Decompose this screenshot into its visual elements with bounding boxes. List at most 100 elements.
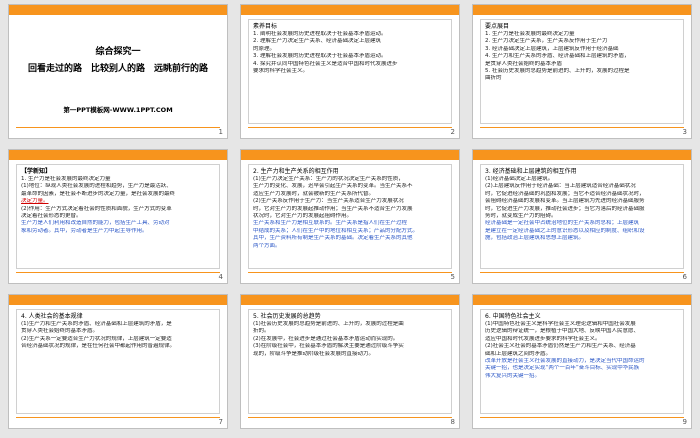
slide-heading: 6. 中国特色社会主义 — [485, 313, 541, 320]
text-line: 的原理。 — [253, 45, 276, 52]
slide-thumbnail-3[interactable]: 要点展目 1. 生产力是社会发展的最终决定力量 2. 生产力决定生产关系，生产关… — [472, 4, 692, 139]
slide-heading: 3. 经济基础和上层建筑的相互作用 — [485, 168, 577, 175]
slide-body: 6. 中国特色社会主义 (1)中国特色社会主义是科学社会主义理论逻辑和中国社会发… — [480, 309, 684, 414]
text-line: (2)生产关系反作用于生产力：当生产关系适合生产力发展状况 — [253, 198, 404, 205]
slide-heading: 2. 生产力和生产关系的相互作用 — [253, 168, 339, 175]
text-line: 1. 生产力是社会发展的最终决定力量 — [485, 31, 575, 37]
slide-heading: 4. 人类社会的基本规律 — [21, 313, 83, 320]
note-text-line: 中结成的关系；人们在生产中的地位和相互关系；产品的分配方式。 — [253, 227, 419, 234]
slide-header-bar — [473, 150, 691, 160]
text-line: 适应生产力发展时，就会被新的生产关系所代替。 — [253, 190, 375, 197]
text-line: 最革命的因素，是社会不断进步的决定力量，是社会发展的最终 — [21, 190, 176, 197]
slide-thumbnail-4[interactable]: 【学新知】 1. 生产力是社会发展的最终决定力量 (1)地位：纵观人类社会发展的… — [8, 149, 228, 284]
slide-thumbnail-2[interactable]: 素养目标 1. 阐明社会发展的历史进程取决于社会基本矛盾运动。 2. 理解生产力… — [240, 4, 460, 139]
text-line: 时，它促进生产力发展，推动社会进步；当它为落后的经济基础服 — [485, 205, 645, 212]
slide-subtitle: 回看走过的路 比较别人的路 远眺前行的路 — [27, 64, 208, 74]
slide-body: 5. 社会历史发展的总趋势 (1)社会历史发展的总趋势是前进的、上升的，发展的过… — [248, 309, 452, 414]
text-line: (1)经济基础决定上层建筑。 — [485, 176, 554, 182]
text-line: (2)生产关系一定要适合生产力状况的规律，上层建筑一定要适 — [21, 335, 172, 342]
note-text-line: 其中，生产资料所有制是生产关系的基础。决定着生产关系的其他 — [253, 235, 413, 242]
text-line: (3)在阶级社会中，社会基本矛盾的解决主要是通过阶级斗争实 — [253, 343, 404, 350]
slide-sorter-grid: 综合探究一 回看走过的路 比较别人的路 远眺前行的路 第一PPT模板网-WWW.… — [0, 0, 700, 438]
slide-number: 4 — [218, 273, 223, 281]
slide-footer-line — [16, 417, 220, 418]
slide-thumbnail-1[interactable]: 综合探究一 回看走过的路 比较别人的路 远眺前行的路 第一PPT模板网-WWW.… — [8, 4, 228, 139]
text-line: 4. 探究并认同中国特色社会主义是适合中国和时代发展进步 — [253, 60, 398, 67]
text-line: (2)作用：生产方式决定着社会的性质和面貌，生产方式的变革 — [21, 205, 172, 212]
slide-body: 综合探究一 回看走过的路 比较别人的路 远眺前行的路 第一PPT模板网-WWW.… — [16, 19, 220, 124]
text-line: 2. 理解生产力决定生产关系、经济基础决定上层建筑 — [253, 38, 381, 45]
text-line: 时，它促进经济基础的巩固和发展；当它不适合经济基础状况时， — [485, 190, 645, 197]
note-text-line: 生产力是人们利用和改造自然的能力，包括生产工具、劳动对 — [21, 220, 170, 227]
slide-header-bar — [473, 5, 691, 15]
text-line: 现的，阶级斗争是推动阶级社会发展的直接动力。 — [253, 350, 375, 357]
text-line: 贯穿人类社会始终的基本矛盾。 — [21, 328, 99, 335]
slide-thumbnail-8[interactable]: 5. 社会历史发展的总趋势 (1)社会历史发展的总趋势是前进的、上升的，发展的过… — [240, 294, 460, 429]
text-line: (1)生产力决定生产关系：生产力的状况决定生产关系的性质， — [253, 176, 404, 182]
slide-number: 3 — [682, 128, 687, 136]
slide-footer-line — [16, 127, 220, 128]
note-text-line: 生产关系和生产力是相互联系的。生产关系是指人们在生产过程 — [253, 220, 408, 227]
slide-body: 3. 经济基础和上层建筑的相互作用 (1)经济基础决定上层建筑。 (2)上层建筑… — [480, 164, 684, 269]
highlighted-text-line: 决定力量。 — [21, 198, 49, 205]
text-line: 时，它对生产力的发展起推动作用；当生产关系不适合生产力发展 — [253, 205, 413, 212]
slide-heading: 要点展目 — [485, 23, 510, 30]
slide-number: 8 — [450, 418, 455, 426]
slide-number: 9 — [682, 418, 687, 426]
slide-footer-line — [480, 272, 684, 273]
text-line: 3. 经济基础决定上层建筑，上层建筑反作用于经济基础 — [485, 45, 619, 52]
text-line: 生产力的变化、发展，迟早会引起生产关系的变革。当生产关系不 — [253, 183, 413, 190]
slide-header-bar — [9, 295, 227, 305]
text-line: (1)地位：纵观人类社会发展的进程和趋势，生产力是最活跃、 — [21, 183, 172, 190]
text-line: (2)社会主义社会的基本矛盾仍然是生产力和生产关系、经济基 — [485, 343, 636, 350]
slide-thumbnail-7[interactable]: 4. 人类社会的基本规律 (1)生产力和生产关系的矛盾、经济基础和上层建筑的矛盾… — [8, 294, 228, 429]
slide-footer-line — [248, 417, 452, 418]
slide-body: 2. 生产力和生产关系的相互作用 (1)生产力决定生产关系：生产力的状况决定生产… — [248, 164, 452, 269]
text-line: 础和上层建筑之间的矛盾。 — [485, 350, 552, 357]
slide-heading: 【学新知】 — [21, 168, 52, 175]
slide-number: 7 — [218, 418, 223, 426]
text-line: 1. 生产力是社会发展的最终决定力量 — [21, 176, 111, 182]
note-text-line: 象和劳动者。其中，劳动者是生产力中起主导作用。 — [21, 227, 148, 234]
note-text-line: 两个方面。 — [253, 242, 281, 249]
text-line: 3. 理解社会发展的历史进程取决于社会基本矛盾运动。 — [253, 53, 387, 60]
text-line: 是贯穿人类社会始终的基本矛盾 — [485, 60, 563, 67]
note-text-line: 关键一招，也是决定实现“两个一百年”奋斗目标、实现中华民族 — [485, 365, 640, 372]
slide-footer-line — [248, 272, 452, 273]
text-line: 5. 社会历史发展的总趋势是前进的、上升的，发展的过程是 — [485, 68, 630, 75]
slide-thumbnail-5[interactable]: 2. 生产力和生产关系的相互作用 (1)生产力决定生产关系：生产力的状况决定生产… — [240, 149, 460, 284]
slide-heading: 5. 社会历史发展的总趋势 — [253, 313, 321, 320]
text-line: 决定着社会形态的更替。 — [21, 213, 82, 220]
note-text-line: 伟大复兴的关键一招。 — [485, 372, 541, 379]
slide-number: 2 — [450, 128, 455, 136]
text-line: 会阻碍经济基础的发展和变革。当上层建筑为先进的经济基础服务 — [485, 198, 645, 205]
slide-header-bar — [241, 5, 459, 15]
text-line: 务时，就变成生产力的阻碍。 — [485, 213, 557, 220]
slide-footer-line — [16, 272, 220, 273]
slide-body: 【学新知】 1. 生产力是社会发展的最终决定力量 (1)地位：纵观人类社会发展的… — [16, 164, 220, 269]
note-text-line: 改革开放是社会主义社会发展的直接动力，是决定当代中国命运的 — [485, 358, 645, 365]
slide-site-text: 第一PPT模板网-WWW.1PPT.COM — [63, 106, 173, 114]
slide-footer-line — [480, 127, 684, 128]
text-line: 折的。 — [253, 328, 270, 335]
text-line: (2)上层建筑反作用于经济基础：当上层建筑适合经济基础状况 — [485, 183, 636, 190]
slide-heading: 素养目标 — [253, 23, 278, 30]
text-line: 历史逻辑的辩证统一，是根植于中国大地、反映中国人民意愿、 — [485, 328, 640, 335]
note-text-line: 施，包括政治上层建筑和思想上层建筑。 — [485, 235, 585, 242]
slide-header-bar — [9, 5, 227, 15]
slide-body: 4. 人类社会的基本规律 (1)生产力和生产关系的矛盾、经济基础和上层建筑的矛盾… — [16, 309, 220, 414]
text-line: 4. 生产力和生产关系的矛盾、经济基础和上层建筑的矛盾， — [485, 53, 630, 60]
slide-number: 6 — [682, 273, 687, 281]
text-line: 合经济基础状况的规律，是在任何社会中都起作用的普遍规律。 — [21, 343, 176, 350]
text-line: (1)生产力和生产关系的矛盾、经济基础和上层建筑的矛盾，是 — [21, 321, 172, 327]
slide-thumbnail-9[interactable]: 6. 中国特色社会主义 (1)中国特色社会主义是科学社会主义理论逻辑和中国社会发… — [472, 294, 692, 429]
slide-footer-line — [248, 127, 452, 128]
slide-number: 1 — [218, 128, 223, 136]
note-text-line: 经济基础是一定社会中占统治地位的生产关系的总和；上层建筑 — [485, 220, 640, 227]
slide-header-bar — [241, 150, 459, 160]
slide-thumbnail-6[interactable]: 3. 经济基础和上层建筑的相互作用 (1)经济基础决定上层建筑。 (2)上层建筑… — [472, 149, 692, 284]
text-line: (2)在发展中，社会进步是通过社会基本矛盾运动而实现的。 — [253, 335, 399, 342]
slide-header-bar — [9, 150, 227, 160]
text-line: 1. 阐明社会发展的历史进程取决于社会基本矛盾运动。 — [253, 31, 387, 37]
slide-footer-line — [480, 417, 684, 418]
